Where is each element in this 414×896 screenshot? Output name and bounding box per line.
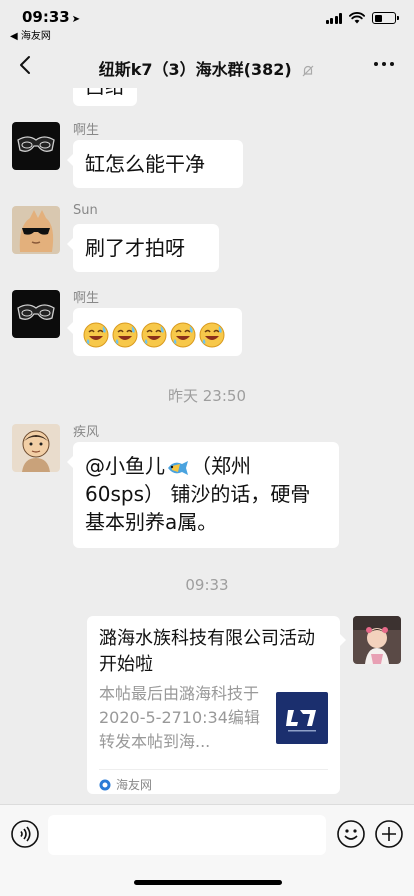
more-menu-button[interactable]	[374, 62, 394, 66]
chat-title-text: 纽斯k7（3）海水群(382)	[98, 60, 292, 79]
link-card[interactable]: 潞海水族科技有限公司活动开始啦 本帖最后由潞海科技于2020-5-2710:34…	[87, 616, 346, 794]
nav-bar: 纽斯k7（3）海水群(382)	[0, 44, 414, 88]
source-logo-icon	[99, 779, 111, 790]
more-dot-icon	[382, 62, 386, 66]
emoji-row	[83, 321, 228, 347]
sender-name: 疾风	[73, 425, 100, 440]
message-text: 吕给	[85, 88, 125, 98]
message-text: 缸怎么能干净	[85, 152, 205, 176]
mute-bell-icon	[302, 65, 314, 76]
card-source: 海友网	[99, 769, 328, 793]
status-bar: 09:33 ➤ ◀ 海友网	[0, 0, 414, 44]
avatar-sun[interactable]	[12, 206, 60, 254]
avatar-self[interactable]	[353, 616, 401, 664]
card-description: 本帖最后由潞海科技于2020-5-2710:34编辑转发本帖到海...	[99, 684, 260, 751]
avatar-asheng[interactable]	[12, 122, 60, 170]
grinning-sweat-face-emoji	[199, 322, 225, 347]
message-bubble[interactable]: 刷了才拍呀	[67, 224, 219, 272]
card-title: 潞海水族科技有限公司活动开始啦	[99, 628, 315, 675]
location-icon: ➤	[71, 14, 81, 25]
voice-input-icon[interactable]	[10, 819, 40, 849]
sender-name: Sun	[73, 203, 98, 218]
message-bubble-emoji[interactable]	[67, 308, 242, 356]
chat-title: 纽斯k7（3）海水群(382)	[0, 56, 414, 80]
battery-icon	[372, 12, 399, 24]
grinning-sweat-face-emoji	[141, 322, 167, 347]
wifi-icon	[349, 12, 365, 24]
grinning-sweat-face-emoji	[170, 322, 196, 347]
more-dot-icon	[374, 62, 378, 66]
status-time: 09:33 ➤	[22, 8, 80, 26]
timestamp: 昨天 23:50	[168, 387, 246, 405]
message-text: 刷了才拍呀	[85, 236, 185, 260]
mention-text[interactable]: @小鱼儿	[85, 454, 165, 478]
sender-name: 啊生	[73, 291, 100, 306]
more-functions-plus-icon[interactable]	[374, 819, 404, 849]
avatar-jifeng[interactable]	[12, 424, 60, 472]
status-icons	[325, 12, 399, 24]
grinning-sweat-face-emoji	[112, 322, 138, 347]
chat-message-list[interactable]: 吕给 啊生 缸怎么能干净 Sun 刷了才拍呀 啊生	[0, 88, 414, 804]
home-indicator[interactable]	[134, 880, 282, 885]
sender-name: 啊生	[73, 123, 100, 138]
timestamp: 09:33	[185, 576, 229, 594]
status-time-text: 09:33	[22, 8, 70, 26]
back-to-app-link[interactable]: ◀ 海友网	[10, 27, 51, 42]
message-input[interactable]	[48, 815, 326, 855]
more-dot-icon	[390, 62, 394, 66]
message-bubble[interactable]: 缸怎么能干净	[67, 140, 243, 188]
message-bubble-partial[interactable]: 吕给	[73, 88, 137, 106]
card-source-name: 海友网	[116, 778, 153, 792]
emoji-picker-icon[interactable]	[336, 819, 366, 849]
grinning-sweat-face-emoji	[83, 322, 109, 347]
card-thumbnail-logo	[276, 692, 328, 744]
tropical-fish-emoji-icon	[168, 460, 188, 475]
message-bubble[interactable]: @小鱼儿 （郑州60sps） 铺沙的话，硬骨基本别养a属。	[67, 442, 339, 548]
avatar-asheng[interactable]	[12, 290, 60, 338]
cellular-signal-icon	[325, 12, 342, 24]
